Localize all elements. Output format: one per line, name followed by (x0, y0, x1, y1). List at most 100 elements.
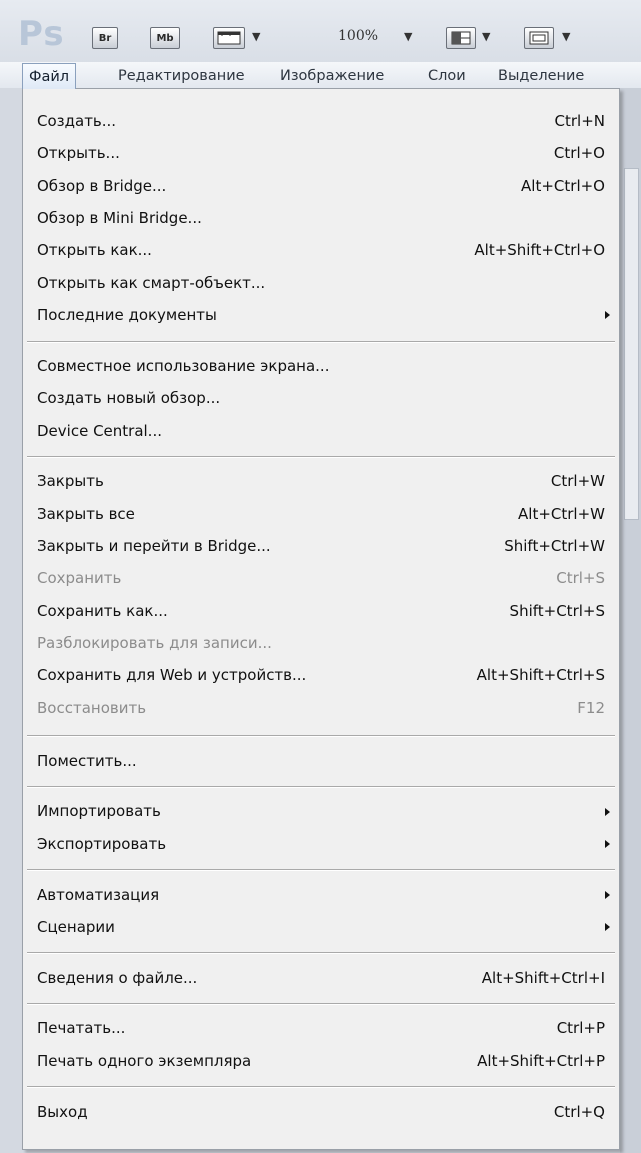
menu-item-unlock-writing: Разблокировать для записи... (23, 627, 619, 659)
menu-item-new-review[interactable]: Создать новый обзор... (23, 382, 619, 414)
chevron-down-icon[interactable]: ▼ (482, 30, 490, 44)
menu-item-scripts[interactable]: Сценарии (23, 911, 619, 943)
menu-item-open-smart-object[interactable]: Открыть как смарт-объект... (23, 267, 619, 299)
menu-item-label: Открыть как... (37, 241, 152, 260)
layout-grid-icon (451, 31, 471, 45)
ruler-icon (217, 31, 241, 45)
menu-item-import[interactable]: Импортировать (23, 795, 619, 827)
menu-item-label: Сведения о файле... (37, 968, 198, 987)
menu-item-recent-documents[interactable]: Последние документы (23, 299, 619, 331)
menu-item-shortcut: Alt+Shift+Ctrl+O (474, 241, 605, 260)
menu-item-label: Сохранить как... (37, 601, 168, 620)
screen-mode-button[interactable] (524, 27, 554, 49)
view-extras-button[interactable] (213, 27, 245, 49)
menu-item-open[interactable]: Открыть... Ctrl+O (23, 137, 619, 169)
menu-item-label: Выход (37, 1102, 88, 1121)
menu-item-close-all[interactable]: Закрыть все Alt+Ctrl+W (23, 498, 619, 530)
menu-item-label: Экспортировать (37, 834, 167, 853)
menu-item-label: Открыть как смарт-объект... (37, 273, 266, 292)
menu-item-save-for-web[interactable]: Сохранить для Web и устройств... Alt+Shi… (23, 659, 619, 691)
menu-item-label: Совместное использование экрана... (37, 356, 330, 375)
menu-separator (27, 340, 615, 343)
menu-item-revert: Восстановить F12 (23, 692, 619, 724)
menu-item-label: Восстановить (37, 698, 147, 717)
arrange-documents-button[interactable] (446, 27, 476, 49)
menu-edit[interactable]: Редактирование (118, 65, 245, 87)
menu-item-save-as[interactable]: Сохранить как... Shift+Ctrl+S (23, 595, 619, 627)
menu-item-shortcut: Ctrl+W (550, 472, 605, 491)
menu-image[interactable]: Изображение (280, 65, 384, 87)
menu-item-save: Сохранить Ctrl+S (23, 562, 619, 594)
menu-item-new[interactable]: Создать... Ctrl+N (23, 105, 619, 137)
menu-select[interactable]: Выделение (498, 65, 584, 87)
menu-item-place[interactable]: Поместить... (23, 745, 619, 777)
menu-layers[interactable]: Слои (428, 65, 466, 87)
menu-item-print[interactable]: Печатать... Ctrl+P (23, 1012, 619, 1044)
menu-item-label: Сценарии (37, 917, 115, 936)
menu-item-shortcut: Ctrl+S (556, 569, 605, 588)
chevron-down-icon[interactable]: ▼ (404, 30, 412, 44)
menu-item-automate[interactable]: Автоматизация (23, 879, 619, 911)
menu-item-label: Автоматизация (37, 885, 160, 904)
menu-item-shortcut: Alt+Shift+Ctrl+P (477, 1051, 605, 1070)
workspace-background (0, 88, 22, 1153)
menu-bar: Файл Редактирование Изображение Слои Выд… (0, 62, 641, 89)
menu-item-label: Device Central... (37, 421, 162, 440)
menu-item-shortcut: Alt+Ctrl+O (521, 176, 605, 195)
menu-item-label: Сохранить (37, 569, 122, 588)
menu-item-label: Обзор в Bridge... (37, 176, 167, 195)
menu-separator (27, 735, 615, 738)
menu-item-shortcut: F12 (577, 698, 605, 717)
menu-item-shortcut: Alt+Shift+Ctrl+S (476, 666, 605, 685)
menu-item-shortcut: Ctrl+N (554, 112, 605, 131)
panel-scrollbar[interactable] (624, 168, 639, 520)
menu-item-browse-mini-bridge[interactable]: Обзор в Mini Bridge... (23, 202, 619, 234)
menu-item-label: Закрыть и перейти в Bridge... (37, 536, 271, 555)
menu-item-label: Создать... (37, 112, 117, 131)
menu-item-label: Закрыть (37, 472, 104, 491)
menu-item-label: Закрыть все (37, 504, 135, 523)
menu-item-shortcut: Shift+Ctrl+W (504, 536, 605, 555)
menu-item-export[interactable]: Экспортировать (23, 828, 619, 860)
menu-item-exit[interactable]: Выход Ctrl+Q (23, 1096, 619, 1128)
menu-item-file-info[interactable]: Сведения о файле... Alt+Shift+Ctrl+I (23, 962, 619, 994)
bridge-button[interactable]: Br (92, 27, 118, 49)
chevron-down-icon[interactable]: ▼ (252, 30, 260, 44)
menu-item-label: Импортировать (37, 802, 161, 821)
menu-item-label: Печать одного экземпляра (37, 1051, 252, 1070)
app-toolbar: Ps Br Mb ▼ 100% ▼ ▼ ▼ Файл Редактировани… (0, 0, 641, 89)
menu-item-shortcut: Ctrl+O (553, 144, 605, 163)
menu-item-shortcut: Alt+Shift+Ctrl+I (481, 968, 605, 987)
mini-bridge-button-label: Mb (156, 32, 174, 44)
menu-item-browse-bridge[interactable]: Обзор в Bridge... Alt+Ctrl+O (23, 170, 619, 202)
menu-item-shortcut: Shift+Ctrl+S (509, 601, 605, 620)
menu-separator (27, 456, 615, 459)
zoom-level[interactable]: 100% (338, 28, 378, 44)
menu-item-label: Печатать... (37, 1019, 126, 1038)
menu-item-device-central[interactable]: Device Central... (23, 415, 619, 447)
submenu-arrow-icon (605, 923, 610, 932)
menu-item-label: Сохранить для Web и устройств... (37, 666, 307, 685)
submenu-arrow-icon (605, 890, 610, 899)
screen-mode-icon (529, 31, 549, 45)
submenu-arrow-icon (605, 311, 610, 320)
menu-item-open-as[interactable]: Открыть как... Alt+Shift+Ctrl+O (23, 234, 619, 266)
menu-item-close-go-bridge[interactable]: Закрыть и перейти в Bridge... Shift+Ctrl… (23, 530, 619, 562)
mini-bridge-button[interactable]: Mb (150, 27, 180, 49)
photoshop-logo: Ps (18, 14, 65, 54)
menu-separator (27, 952, 615, 955)
menu-item-label: Обзор в Mini Bridge... (37, 209, 202, 228)
menu-separator (27, 1086, 615, 1089)
menu-item-label: Создать новый обзор... (37, 389, 221, 408)
menu-item-shortcut: Ctrl+Q (553, 1102, 605, 1121)
menu-item-print-one-copy[interactable]: Печать одного экземпляра Alt+Shift+Ctrl+… (23, 1045, 619, 1077)
menu-item-label: Последние документы (37, 306, 217, 325)
menu-item-share-screen[interactable]: Совместное использование экрана... (23, 350, 619, 382)
submenu-arrow-icon (605, 839, 610, 848)
file-menu-dropdown: Создать... Ctrl+N Открыть... Ctrl+O Обзо… (22, 88, 620, 1150)
chevron-down-icon[interactable]: ▼ (562, 30, 570, 44)
workspace-background-right (620, 88, 641, 1153)
menu-separator (27, 869, 615, 872)
menu-item-close[interactable]: Закрыть Ctrl+W (23, 465, 619, 497)
menu-file[interactable]: Файл (22, 63, 77, 89)
